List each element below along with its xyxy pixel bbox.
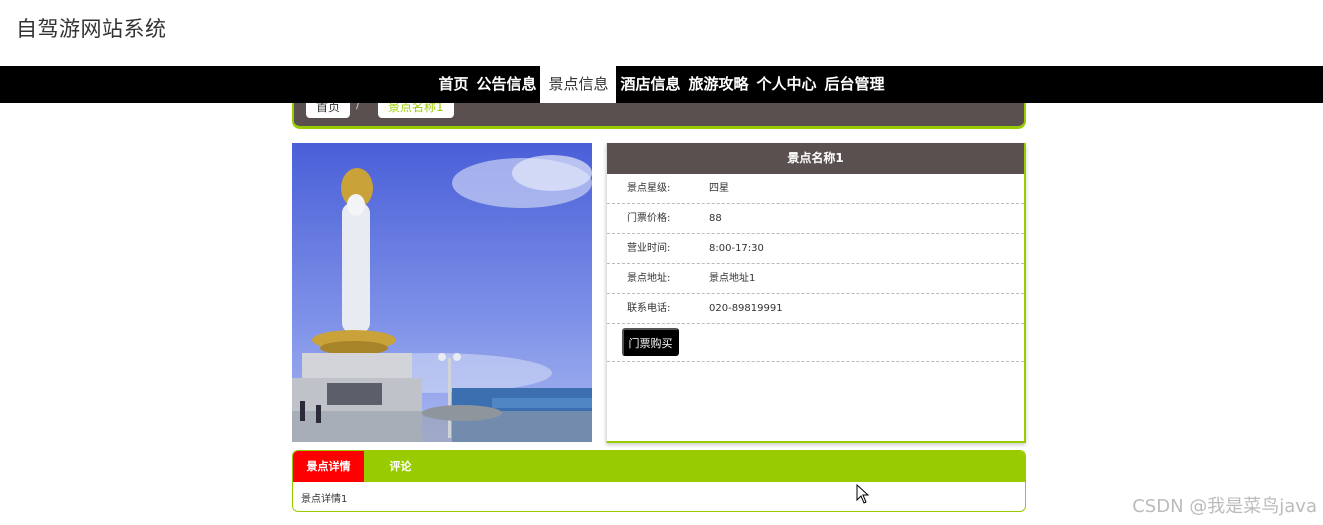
detail-row-price: 门票价格: 88 xyxy=(607,204,1024,234)
watermark: CSDN @我是菜鸟java xyxy=(1132,496,1317,517)
nav-item-guides[interactable]: 旅游攻略 xyxy=(685,66,753,103)
detail-value: 8:00-17:30 xyxy=(709,243,764,254)
detail-tabs: 景点详情 评论 景点详情1 xyxy=(292,450,1026,512)
detail-label: 营业时间: xyxy=(627,243,671,254)
detail-label: 门票价格: xyxy=(627,213,671,224)
nav-item-hotels[interactable]: 酒店信息 xyxy=(616,66,684,103)
nav-item-admin[interactable]: 后台管理 xyxy=(821,66,889,103)
buy-ticket-button[interactable]: 门票购买 xyxy=(622,328,679,356)
detail-row-address: 景点地址: 景点地址1 xyxy=(607,264,1024,294)
detail-label: 景点星级: xyxy=(627,183,671,194)
spot-photo-illustration xyxy=(292,143,592,442)
detail-label: 景点地址: xyxy=(627,273,671,284)
page: 自驾游网站系统 首页 / 景点名称1 首页 公告信息 景点信息 酒店信息 旅游攻… xyxy=(0,0,1323,525)
detail-row-phone: 联系电话: 020-89819991 xyxy=(607,294,1024,324)
tab-content: 景点详情1 xyxy=(301,494,348,505)
nav-item-attractions[interactable]: 景点信息 xyxy=(540,66,617,103)
spot-detail-card: 景点名称1 景点星级: 四星 门票价格: 88 营业时间: 8:00-17:30… xyxy=(606,143,1026,443)
site-title: 自驾游网站系统 xyxy=(16,17,167,41)
tab-bar: 景点详情 评论 xyxy=(293,451,1025,482)
main-nav: 首页 公告信息 景点信息 酒店信息 旅游攻略 个人中心 后台管理 xyxy=(0,66,1323,103)
detail-row-buy: 门票购买 xyxy=(607,324,1024,362)
nav-item-personal-center[interactable]: 个人中心 xyxy=(753,66,821,103)
detail-row-hours: 营业时间: 8:00-17:30 xyxy=(607,234,1024,264)
tab-spot-details[interactable]: 景点详情 xyxy=(293,451,364,482)
tab-comments[interactable]: 评论 xyxy=(378,451,423,482)
detail-value: 88 xyxy=(709,213,722,224)
nav-item-home[interactable]: 首页 xyxy=(434,66,472,103)
detail-value: 020-89819991 xyxy=(709,303,783,314)
spot-image xyxy=(292,143,592,442)
spot-name-header: 景点名称1 xyxy=(607,143,1024,174)
detail-value: 四星 xyxy=(709,183,729,194)
detail-value: 景点地址1 xyxy=(709,273,756,284)
detail-label: 联系电话: xyxy=(627,303,671,314)
detail-row-rating: 景点星级: 四星 xyxy=(607,174,1024,204)
mouse-cursor-icon xyxy=(856,484,870,504)
nav-item-announcements[interactable]: 公告信息 xyxy=(472,66,540,103)
